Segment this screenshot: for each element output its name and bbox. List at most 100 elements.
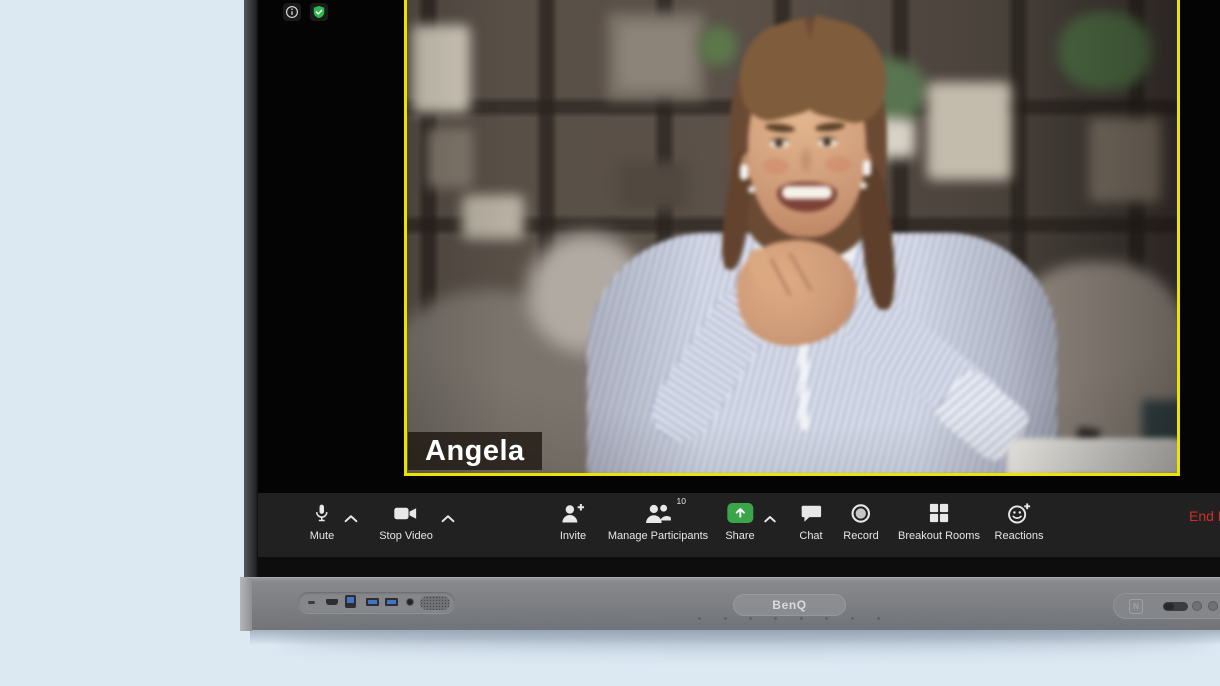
mute-options-chevron[interactable]: [344, 510, 359, 528]
share-button[interactable]: Share: [725, 502, 754, 542]
decorative-shape: [877, 617, 880, 620]
decorative-shape: [650, 505, 658, 513]
decorative-shape: [562, 515, 577, 523]
decorative-shape: [930, 504, 938, 512]
decorative-shape: [643, 502, 673, 524]
chat-label: Chat: [799, 530, 822, 542]
decorative-shape: [801, 385, 806, 390]
mute-button[interactable]: Mute: [310, 502, 334, 542]
active-speaker-video-tile[interactable]: Angela: [404, 0, 1180, 476]
record-label: Record: [843, 530, 878, 542]
record-circle-icon: [851, 502, 872, 524]
decorative-shape: [800, 617, 803, 620]
earbud: [863, 160, 871, 176]
decorative-shape: [661, 516, 672, 521]
shield-check-icon: [312, 5, 326, 19]
decorative-shape: [940, 504, 948, 512]
decorative-shape: [395, 507, 409, 518]
decorative-shape: [566, 505, 574, 513]
decorative-shape: [285, 5, 299, 19]
video-options-chevron[interactable]: [441, 510, 456, 528]
end-meeting-button[interactable]: End Meeting: [1189, 508, 1220, 524]
decorative-shape: [387, 600, 396, 604]
decorative-shape: [698, 617, 701, 620]
decorative-shape: [856, 508, 866, 518]
decorative-shape: [443, 516, 454, 521]
monitor-screen: Angela Mute Stop Video Invite: [258, 0, 1220, 577]
breakout-rooms-button[interactable]: Breakout Rooms: [898, 502, 980, 542]
decorative-shape: [940, 514, 948, 522]
decorative-shape: [763, 158, 789, 174]
nfc-icon: N: [1129, 599, 1143, 614]
decorative-shape: [1013, 516, 1021, 518]
reactions-button[interactable]: Reactions: [995, 502, 1044, 542]
decorative-shape: [732, 506, 748, 520]
decorative-shape: [646, 515, 662, 523]
hdmi-port: [326, 599, 338, 605]
decorative-shape: [851, 503, 872, 524]
decorative-shape: [748, 186, 755, 193]
port-panel: [298, 592, 455, 613]
meeting-security-button[interactable]: [310, 3, 328, 21]
usb-c-port: [308, 601, 315, 604]
decorative-shape: [347, 597, 354, 603]
speaker-grille: [420, 596, 450, 610]
participant-count-badge: 10: [677, 496, 686, 506]
share-up-arrow-icon: [727, 503, 753, 523]
stop-video-button[interactable]: Stop Video: [379, 502, 433, 542]
panel-button: [1192, 601, 1202, 611]
decorative-shape: [825, 617, 828, 620]
stop-video-label: Stop Video: [379, 530, 433, 542]
laptop-blob: [1007, 438, 1180, 476]
decorative-shape: [764, 515, 777, 523]
record-button[interactable]: Record: [843, 502, 878, 542]
manage-participants-button[interactable]: 10 Manage Participants: [608, 502, 708, 542]
participant-name-label: Angela: [408, 432, 542, 470]
manage-participants-label: Manage Participants: [608, 530, 708, 542]
share-options-chevron[interactable]: [764, 510, 777, 528]
chat-button[interactable]: Chat: [799, 502, 822, 542]
decorative-shape: [320, 505, 325, 514]
decorative-shape: [765, 517, 775, 521]
person-add-icon: [560, 502, 586, 524]
decorative-shape: [782, 186, 832, 199]
decorative-shape: [1019, 511, 1021, 513]
reactions-label: Reactions: [995, 530, 1044, 542]
mic-in-jack: [406, 598, 414, 606]
share-label: Share: [725, 530, 754, 542]
decorative-shape: [394, 504, 419, 523]
monitor-frame-left: [244, 0, 258, 577]
meeting-info-button[interactable]: [283, 3, 301, 21]
usb-a-port: [385, 598, 398, 606]
participants-icon: 10: [643, 502, 673, 524]
decorative-shape: [1013, 511, 1015, 513]
power-toggle: [1163, 602, 1188, 611]
decorative-shape: [660, 505, 667, 512]
monitor-shadow: [250, 630, 1220, 645]
decorative-shape: [344, 514, 359, 523]
decorative-shape: [560, 502, 586, 524]
decorative-shape: [727, 502, 753, 524]
decorative-shape: [1006, 502, 1031, 525]
benq-logo: BenQ: [733, 594, 846, 616]
decorative-shape: [240, 578, 252, 631]
video-camera-icon: [394, 502, 419, 524]
decorative-shape: [314, 6, 325, 18]
earbud: [740, 164, 748, 180]
decorative-shape: [929, 503, 949, 523]
woman-portrait: [407, 0, 1177, 473]
invite-button[interactable]: Invite: [560, 502, 586, 542]
panel-button: [1208, 601, 1218, 611]
decorative-shape: [368, 600, 377, 604]
page-background: Angela Mute Stop Video Invite: [0, 0, 1220, 686]
decorative-shape: [312, 501, 332, 525]
usb-b-port: [345, 595, 356, 608]
decorative-shape: [860, 182, 867, 189]
monitor-bezel: BenQ N: [240, 577, 1220, 630]
decorative-shape: [749, 617, 752, 620]
decorative-shape: [346, 516, 357, 521]
screen-lower-frame: [258, 557, 1220, 577]
decorative-shape: [823, 139, 831, 146]
decorative-shape: [1009, 506, 1025, 522]
info-icon: [285, 5, 299, 19]
